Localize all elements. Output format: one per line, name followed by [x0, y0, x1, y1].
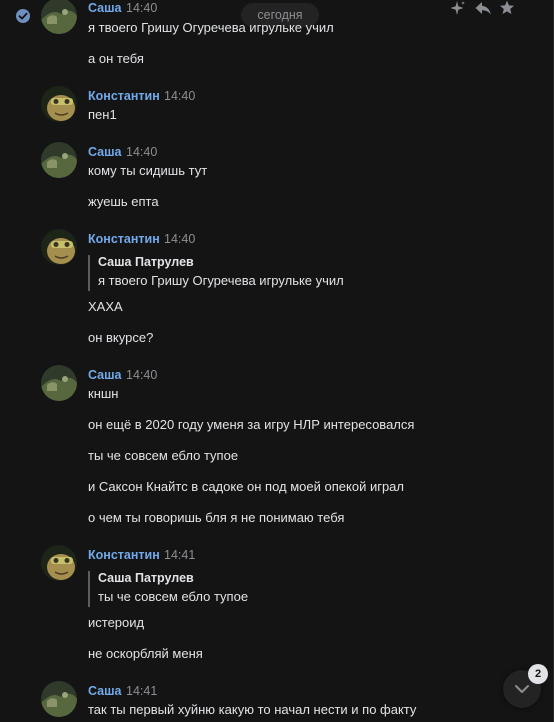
forwarded-quote[interactable]: Саша Патрулев ты че совсем ебло тупое	[88, 571, 248, 607]
avatar[interactable]	[41, 681, 77, 717]
message-text: не оскорбляй меня	[88, 646, 203, 661]
selected-checkmark-icon[interactable]	[16, 9, 30, 23]
unread-count-badge: 2	[528, 664, 548, 684]
message-author[interactable]: Константин	[88, 548, 160, 562]
message-time[interactable]: 14:40	[164, 232, 195, 246]
message-author[interactable]: Саша	[88, 684, 122, 698]
avatar[interactable]	[41, 545, 77, 581]
avatar[interactable]	[41, 0, 77, 34]
message-time[interactable]: 14:41	[164, 548, 195, 562]
quote-author: Саша Патрулев	[98, 255, 194, 269]
message-author[interactable]: Константин	[88, 89, 160, 103]
message-time[interactable]: 14:40	[126, 368, 157, 382]
message-text: ХАХА	[88, 299, 123, 314]
message-author[interactable]: Саша	[88, 1, 122, 15]
message-author[interactable]: Саша	[88, 368, 122, 382]
quote-text: я твоего Гришу Огуречева игрульке учил	[98, 273, 344, 288]
avatar[interactable]	[41, 365, 77, 401]
message-text: и Саксон Кнайтс в садоке он под моей опе…	[88, 479, 404, 494]
forwarded-quote[interactable]: Саша Патрулев я твоего Гришу Огуречева и…	[88, 255, 344, 291]
message-time[interactable]: 14:40	[126, 1, 157, 15]
message-text: я твоего Гришу Огуречева игрульке учил	[88, 20, 334, 35]
message-text: кншн	[88, 386, 119, 401]
avatar[interactable]	[41, 142, 77, 178]
message-text: так ты первый хуйню какую то начал нести…	[88, 702, 417, 717]
star-icon[interactable]	[498, 0, 516, 16]
chevron-down-icon	[515, 685, 529, 693]
message-text: а он тебя	[88, 51, 144, 66]
message-text: пен1	[88, 107, 117, 122]
avatar[interactable]	[41, 86, 77, 122]
reply-icon[interactable]	[474, 0, 492, 16]
message-text: жуешь епта	[88, 194, 159, 209]
message-text: он вкурсе?	[88, 330, 154, 345]
message-author[interactable]: Саша	[88, 145, 122, 159]
message-time[interactable]: 14:40	[164, 89, 195, 103]
message-author[interactable]: Константин	[88, 232, 160, 246]
message-time[interactable]: 14:40	[126, 145, 157, 159]
message-text: ты че совсем ебло тупое	[88, 448, 239, 463]
quote-author: Саша Патрулев	[98, 571, 194, 585]
avatar[interactable]	[41, 229, 77, 265]
message-text: он ещё в 2020 году уменя за игру НЛР инт…	[88, 417, 415, 432]
message-text: о чем ты говоришь бля я не понимаю тебя	[88, 510, 345, 525]
message-text: истероид	[88, 615, 145, 630]
message-time[interactable]: 14:41	[126, 684, 157, 698]
quote-text: ты че совсем ебло тупое	[98, 589, 249, 604]
sparkle-icon[interactable]	[448, 0, 466, 16]
message-text: кому ты сидишь тут	[88, 163, 208, 178]
